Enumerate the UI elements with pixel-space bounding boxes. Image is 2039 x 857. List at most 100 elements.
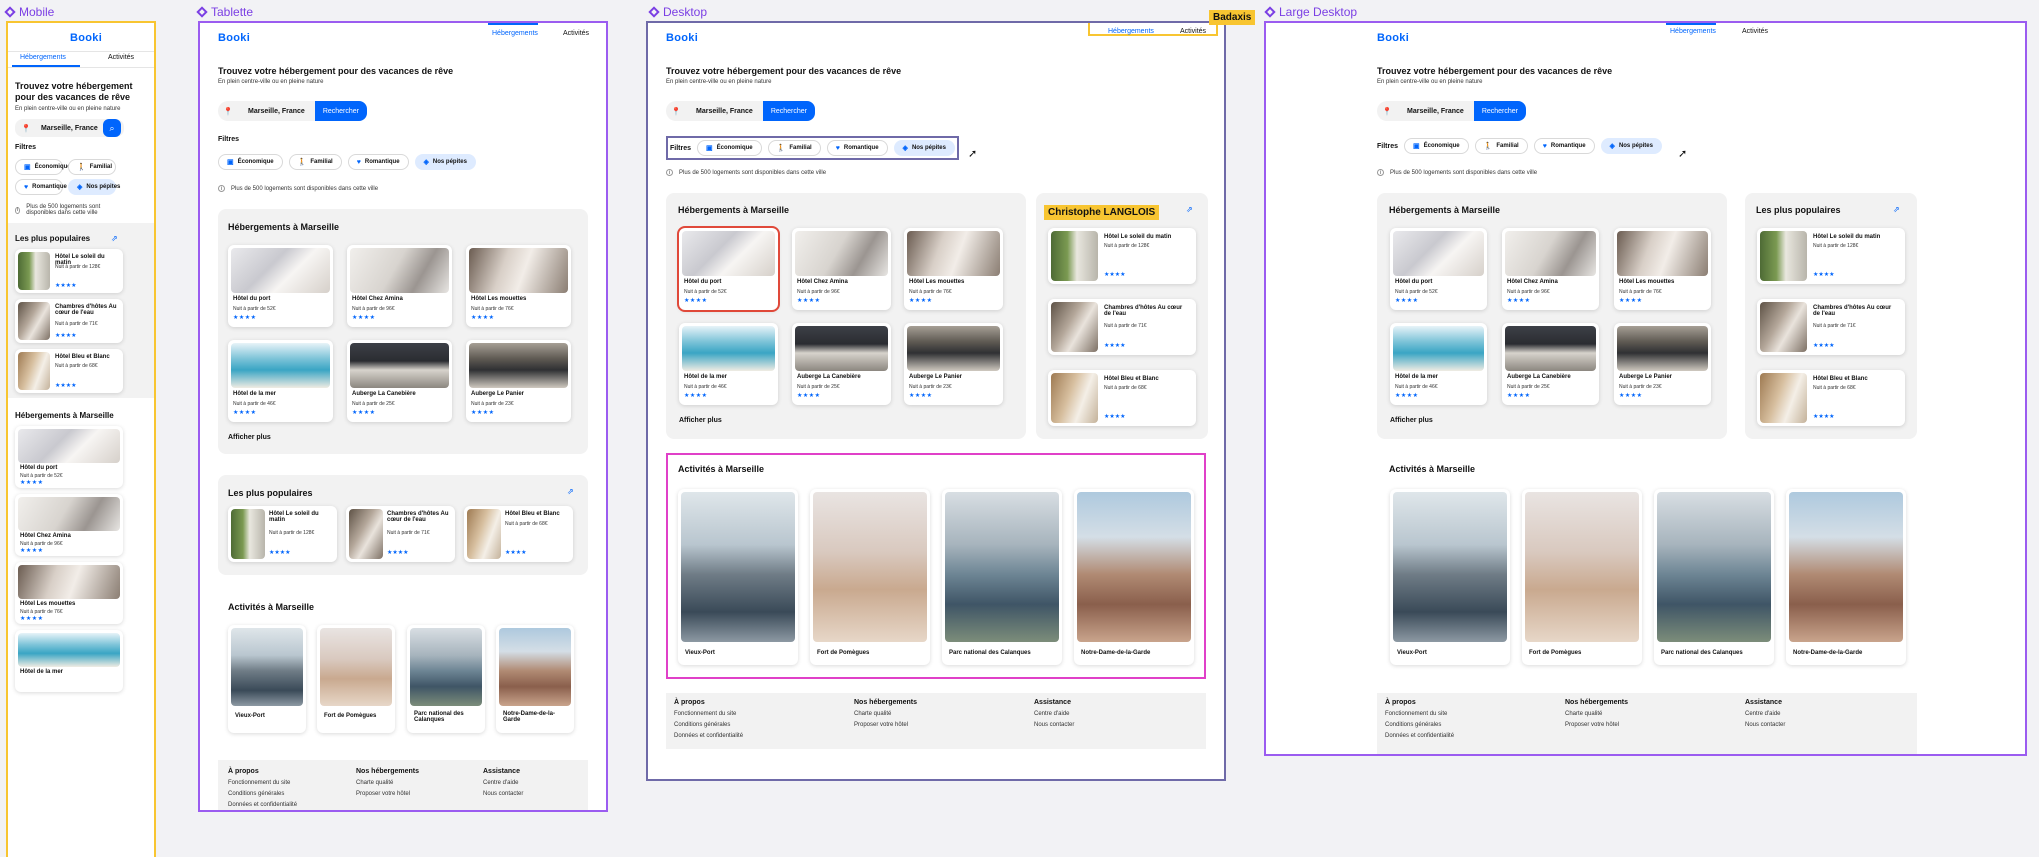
popular-card[interactable]: Hôtel Le soleil du matin Nuit à partir de… <box>15 249 123 293</box>
accommodation-card[interactable]: Hôtel de la mer <box>15 630 123 692</box>
accommodation-card[interactable]: Hôtel Les mouettes Nuit à partir de 76€ ★★… <box>904 228 1003 310</box>
popular-card[interactable]: Hôtel Le soleil du matin Nuit à partir de… <box>1048 228 1196 284</box>
popular-card[interactable]: Chambres d'hôtes Au cœur de l'eau Nuit à … <box>15 299 123 343</box>
activity-card[interactable]: Fort de Pomègues <box>810 489 930 665</box>
search-input[interactable]: Marseille, France <box>686 101 763 121</box>
nav-hebergements[interactable]: Hébergements <box>1670 28 1716 35</box>
activity-card[interactable]: Vieux-Port <box>228 625 306 733</box>
filter-romantique[interactable]: ♥ Romantique <box>15 179 67 195</box>
footer-link[interactable]: Charte qualité <box>356 780 419 786</box>
accommodation-card[interactable]: Hôtel Les mouettes Nuit à partir de 76€ ★★… <box>466 245 571 327</box>
accommodation-card[interactable]: Hôtel Chez Amina Nuit à partir de 96€ ★★★★ <box>15 494 123 556</box>
footer-link[interactable]: Données et confidentialité <box>674 733 743 739</box>
filter-nos-pepites[interactable]: ◈ Nos pépites <box>414 154 476 170</box>
frame-label-mobile[interactable]: Mobile <box>4 5 54 19</box>
nav-activites[interactable]: Activités <box>108 54 134 61</box>
footer-link[interactable]: Données et confidentialité <box>228 802 297 808</box>
mobile-frame[interactable]: Booki Hébergements Activités Trouvez vot… <box>6 21 156 857</box>
footer-link[interactable]: Conditions générales <box>674 722 743 728</box>
popular-card[interactable]: Chambres d'hôtes Au cœur de l'eau Nuit à … <box>346 506 455 562</box>
footer-link[interactable]: Conditions générales <box>1385 722 1454 728</box>
footer-link[interactable]: Nous contacter <box>1034 722 1074 728</box>
activity-card[interactable]: Parc national des Calanques <box>407 625 485 733</box>
large-desktop-frame[interactable]: Booki Hébergements Activités Trouvez vot… <box>1264 21 2027 756</box>
accommodation-card[interactable]: Auberge Le Panier Nuit à partir de 23€ ★★★… <box>1614 323 1711 405</box>
accommodation-card[interactable]: Hôtel Chez Amina Nuit à partir de 96€ ★★★★ <box>792 228 891 310</box>
nav-hebergements[interactable]: Hébergements <box>1108 28 1154 35</box>
filter-economique[interactable]: ▣ Économique <box>15 159 71 175</box>
footer-link[interactable]: Fonctionnement du site <box>228 780 297 786</box>
show-more-link[interactable]: Afficher plus <box>228 434 271 441</box>
accommodation-card[interactable]: Hôtel du port Nuit à partir de 52€ ★★★★ <box>1390 228 1487 310</box>
search-button[interactable]: Rechercher <box>762 101 815 121</box>
show-more-link[interactable]: Afficher plus <box>1390 417 1433 424</box>
show-more-link[interactable]: Afficher plus <box>679 417 722 424</box>
nav-hebergements[interactable]: Hébergements <box>20 54 66 61</box>
popular-card[interactable]: Chambres d'hôtes Au cœur de l'eau Nuit à … <box>1048 299 1196 355</box>
nav-activites[interactable]: Activités <box>1742 28 1768 35</box>
popular-card[interactable]: Hôtel Bleu et Blanc Nuit à partir de 68€ ★… <box>1048 370 1196 426</box>
footer-link[interactable]: Centre d'aide <box>1745 711 1785 717</box>
filter-economique[interactable]: ▣ Économique <box>697 140 762 156</box>
filter-romantique[interactable]: ♥ Romantique <box>1533 138 1595 154</box>
nav-activites[interactable]: Activités <box>563 30 589 37</box>
accommodation-card[interactable]: Auberge La Canebière Nuit à partir de 25€… <box>792 323 891 405</box>
logo[interactable]: Booki <box>70 32 102 44</box>
footer-link[interactable]: Charte qualité <box>854 711 917 717</box>
activity-card[interactable]: Notre-Dame-de-la-Garde <box>1074 489 1194 665</box>
accommodation-card[interactable]: Auberge Le Panier Nuit à partir de 23€ ★★★… <box>904 323 1003 405</box>
footer-link[interactable]: Proposer votre hôtel <box>1565 722 1628 728</box>
accommodation-card[interactable]: Hôtel Les mouettes Nuit à partir de 76€ ★★… <box>15 562 123 624</box>
accommodation-card[interactable]: Hôtel du port Nuit à partir de 52€ ★★★★ <box>677 226 780 312</box>
popular-card[interactable]: Hôtel Le soleil du matin Nuit à partir de… <box>228 506 337 562</box>
accommodation-card[interactable]: Hôtel Chez Amina Nuit à partir de 96€ ★★★★ <box>347 245 452 327</box>
search-button[interactable]: Rechercher <box>314 101 367 121</box>
filter-nos-pepites[interactable]: ◈ Nos pépites <box>893 140 955 156</box>
frame-label-tablet[interactable]: Tablette <box>196 5 253 19</box>
accommodation-card[interactable]: Auberge La Canebière Nuit à partir de 25€… <box>347 340 452 422</box>
footer-link[interactable]: Conditions générales <box>228 791 297 797</box>
search-button[interactable]: ⌕ <box>103 119 121 137</box>
accommodation-card[interactable]: Hôtel de la mer Nuit à partir de 46€ ★★★★ <box>228 340 333 422</box>
popular-card[interactable]: Chambres d'hôtes Au cœur de l'eau Nuit à … <box>1757 299 1905 355</box>
nav-activites[interactable]: Activités <box>1180 28 1206 35</box>
accommodation-card[interactable]: Hôtel du port Nuit à partir de 52€ ★★★★ <box>15 426 123 488</box>
popular-card[interactable]: Hôtel Bleu et Blanc Nuit à partir de 68€ ★… <box>464 506 573 562</box>
nav-hebergements[interactable]: Hébergements <box>492 30 538 37</box>
frame-label-desktop[interactable]: Desktop <box>648 5 707 19</box>
accommodation-card[interactable]: Hôtel de la mer Nuit à partir de 46€ ★★★★ <box>679 323 778 405</box>
frame-label-large-desktop[interactable]: Large Desktop <box>1264 5 1357 19</box>
search-input[interactable]: Marseille, France <box>41 125 98 132</box>
activity-card[interactable]: Fort de Pomègues <box>1522 489 1642 665</box>
activity-card[interactable]: Fort de Pomègues <box>317 625 395 733</box>
accommodation-card[interactable]: Hôtel de la mer Nuit à partir de 46€ ★★★★ <box>1390 323 1487 405</box>
footer-link[interactable]: Centre d'aide <box>1034 711 1074 717</box>
logo[interactable]: Booki <box>666 32 698 44</box>
popular-card[interactable]: Hôtel Bleu et Blanc Nuit à partir de 68€ ★… <box>15 349 123 393</box>
activity-card[interactable]: Notre-Dame-de-la-Garde <box>1786 489 1906 665</box>
footer-link[interactable]: Proposer votre hôtel <box>854 722 917 728</box>
activity-card[interactable]: Parc national des Calanques <box>942 489 1062 665</box>
footer-link[interactable]: Nous contacter <box>1745 722 1785 728</box>
accommodation-card[interactable]: Auberge La Canebière Nuit à partir de 25€… <box>1502 323 1599 405</box>
footer-link[interactable]: Nous contacter <box>483 791 523 797</box>
footer-link[interactable]: Fonctionnement du site <box>1385 711 1454 717</box>
footer-link[interactable]: Fonctionnement du site <box>674 711 743 717</box>
footer-link[interactable]: Proposer votre hôtel <box>356 791 419 797</box>
search-input[interactable]: Marseille, France <box>1397 101 1474 121</box>
filter-romantique[interactable]: ♥ Romantique <box>347 154 409 170</box>
activity-card[interactable]: Notre-Dame-de-la-Garde <box>496 625 574 733</box>
filter-familial[interactable]: 🚶 Familial <box>288 154 342 170</box>
footer-link[interactable]: Données et confidentialité <box>1385 733 1454 739</box>
activity-card[interactable]: Vieux-Port <box>678 489 798 665</box>
accommodation-card[interactable]: Auberge Le Panier Nuit à partir de 23€ ★★★… <box>466 340 571 422</box>
popular-card[interactable]: Hôtel Le soleil du matin Nuit à partir de… <box>1757 228 1905 284</box>
tablet-frame[interactable]: Booki Hébergements Activités Trouvez vot… <box>198 21 608 812</box>
footer-link[interactable]: Centre d'aide <box>483 780 523 786</box>
search-input[interactable]: Marseille, France <box>238 101 315 121</box>
popular-card[interactable]: Hôtel Bleu et Blanc Nuit à partir de 68€ ★… <box>1757 370 1905 426</box>
activity-card[interactable]: Parc national des Calanques <box>1654 489 1774 665</box>
accommodation-card[interactable]: Hôtel Chez Amina Nuit à partir de 96€ ★★★★ <box>1502 228 1599 310</box>
filter-economique[interactable]: ▣ Économique <box>1404 138 1469 154</box>
search-button[interactable]: Rechercher <box>1473 101 1526 121</box>
